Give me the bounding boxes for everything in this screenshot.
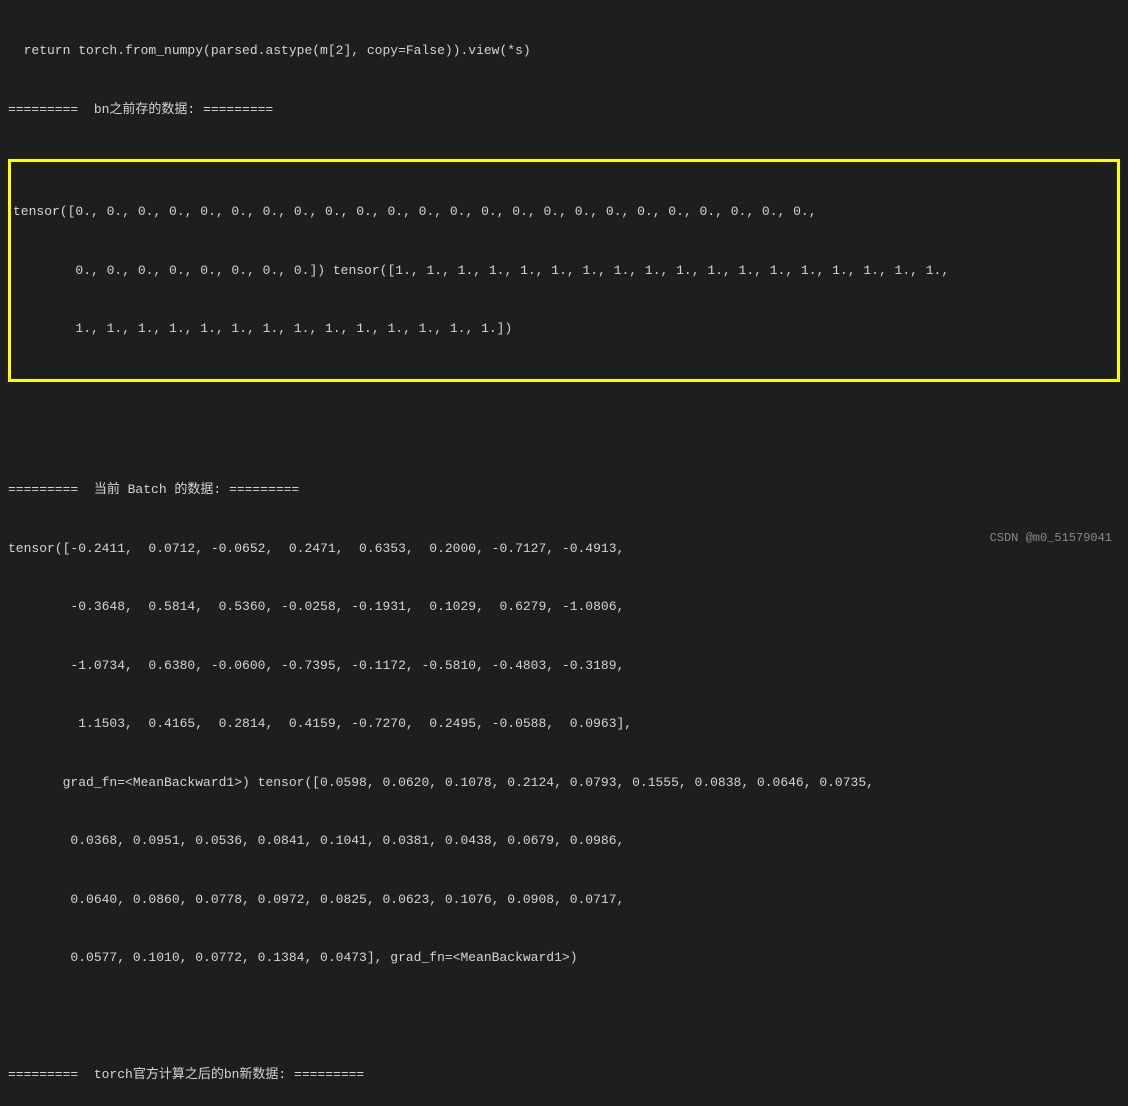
blank-line <box>8 1007 1120 1027</box>
watermark-text: CSDN @m0_51579041 <box>990 529 1112 547</box>
tensor-output-line: 0.0640, 0.0860, 0.0778, 0.0972, 0.0825, … <box>8 890 1120 910</box>
code-fragment-line: return torch.from_numpy(parsed.astype(m[… <box>8 41 1120 61</box>
tensor-output-line: -0.3648, 0.5814, 0.5360, -0.0258, -0.193… <box>8 597 1120 617</box>
tensor-output-line: tensor([-0.2411, 0.0712, -0.0652, 0.2471… <box>8 539 1120 559</box>
tensor-output-line: tensor([0., 0., 0., 0., 0., 0., 0., 0., … <box>13 202 1115 222</box>
blank-line <box>8 422 1120 442</box>
section-divider: ========= torch官方计算之后的bn新数据: ========= <box>8 1065 1120 1085</box>
tensor-output-line: grad_fn=<MeanBackward1>) tensor([0.0598,… <box>8 773 1120 793</box>
tensor-output-line: -1.0734, 0.6380, -0.0600, -0.7395, -0.11… <box>8 656 1120 676</box>
terminal-output: return torch.from_numpy(parsed.astype(m[… <box>8 2 1120 1106</box>
section-divider: ========= 当前 Batch 的数据: ========= <box>8 480 1120 500</box>
tensor-output-line: 0., 0., 0., 0., 0., 0., 0., 0.]) tensor(… <box>13 261 1115 281</box>
tensor-output-line: 0.0368, 0.0951, 0.0536, 0.0841, 0.1041, … <box>8 831 1120 851</box>
tensor-output-line: 0.0577, 0.1010, 0.0772, 0.1384, 0.0473],… <box>8 948 1120 968</box>
highlight-box-before-bn: tensor([0., 0., 0., 0., 0., 0., 0., 0., … <box>8 159 1120 382</box>
tensor-output-line: 1., 1., 1., 1., 1., 1., 1., 1., 1., 1., … <box>13 319 1115 339</box>
tensor-output-line: 1.1503, 0.4165, 0.2814, 0.4159, -0.7270,… <box>8 714 1120 734</box>
section-divider: ========= bn之前存的数据: ========= <box>8 100 1120 120</box>
